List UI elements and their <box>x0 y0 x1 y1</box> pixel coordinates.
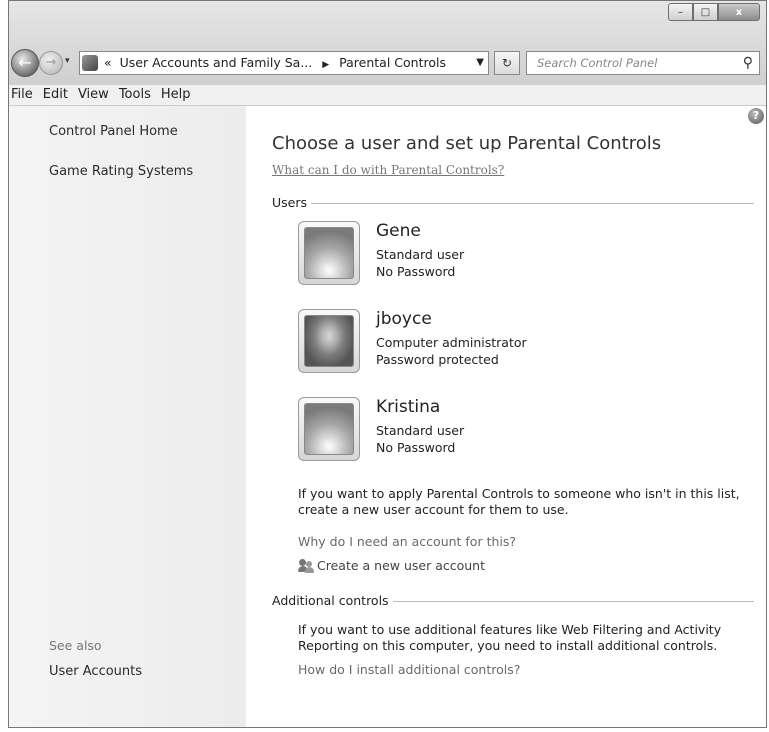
user-type: Computer administrator <box>376 335 527 350</box>
breadcrumb-parental-controls[interactable]: Parental Controls <box>339 55 446 70</box>
maximize-button[interactable]: □ <box>693 3 718 21</box>
search-input[interactable]: Search Control Panel ⚲ <box>526 51 760 75</box>
menu-view[interactable]: View <box>74 85 115 105</box>
user-type: Standard user <box>376 423 465 438</box>
flower-picture-icon <box>304 403 354 455</box>
breadcrumb: « User Accounts and Family Sa... ▶ Paren… <box>104 52 446 76</box>
recent-pages-dropdown[interactable]: ▾ <box>65 56 70 66</box>
task-pane: Control Panel Home Game Rating Systems S… <box>9 106 246 727</box>
user-name: jboyce <box>376 309 432 329</box>
search-placeholder: Search Control Panel <box>537 56 658 70</box>
see-also-label: See also <box>49 638 102 653</box>
users-section-label: Users <box>272 195 308 210</box>
new-user-instructions: If you want to apply Parental Controls t… <box>298 486 740 517</box>
user-tile-gene[interactable]: Gene Standard user No Password <box>298 221 698 291</box>
breadcrumb-overflow[interactable]: « <box>104 55 112 70</box>
user-picture <box>298 221 360 285</box>
flower-picture-icon <box>304 227 354 279</box>
user-tile-jboyce[interactable]: jboyce Computer administrator Password p… <box>298 309 698 379</box>
search-icon[interactable]: ⚲ <box>743 52 753 74</box>
breadcrumb-user-accounts[interactable]: User Accounts and Family Sa... <box>120 55 313 70</box>
additional-controls-section-header: Additional controls <box>272 593 754 608</box>
menu-bar: File Edit View Tools Help <box>9 85 766 106</box>
user-password-status: Password protected <box>376 352 499 367</box>
portrait-picture-icon <box>304 315 354 367</box>
page-title: Choose a user and set up Parental Contro… <box>272 133 662 154</box>
main-content: ? Choose a user and set up Parental Cont… <box>246 106 766 727</box>
menu-help[interactable]: Help <box>157 85 197 105</box>
user-picture <box>298 309 360 373</box>
why-need-account-link[interactable]: Why do I need an account for this? <box>298 534 516 549</box>
navigation-bar: ← → ▾ « User Accounts and Family Sa... ▶… <box>9 49 766 77</box>
menu-tools[interactable]: Tools <box>115 85 157 105</box>
user-name: Gene <box>376 221 421 241</box>
user-picture <box>298 397 360 461</box>
additional-controls-label: Additional controls <box>272 593 389 608</box>
menu-edit[interactable]: Edit <box>39 85 74 105</box>
section-divider <box>311 203 754 204</box>
additional-controls-text: If you want to use additional features l… <box>298 622 722 653</box>
section-divider <box>392 601 754 602</box>
install-additional-controls-link[interactable]: How do I install additional controls? <box>298 662 520 677</box>
back-arrow-icon[interactable]: ← <box>11 49 39 77</box>
control-panel-home-link[interactable]: Control Panel Home <box>49 124 178 139</box>
create-user-account-label: Create a new user account <box>317 558 485 573</box>
help-icon[interactable]: ? <box>748 108 764 124</box>
what-can-i-do-link[interactable]: What can I do with Parental Controls? <box>272 163 504 177</box>
address-bar[interactable]: « User Accounts and Family Sa... ▶ Paren… <box>79 51 489 75</box>
game-rating-systems-link[interactable]: Game Rating Systems <box>49 164 193 179</box>
control-panel-icon <box>82 55 98 71</box>
user-password-status: No Password <box>376 440 456 455</box>
breadcrumb-separator-icon[interactable]: ▶ <box>322 60 329 70</box>
address-dropdown-icon[interactable]: ▼ <box>476 52 484 74</box>
user-tile-kristina[interactable]: Kristina Standard user No Password <box>298 397 698 467</box>
users-section-header: Users <box>272 195 754 210</box>
refresh-button[interactable]: ↻ <box>494 51 520 75</box>
close-button[interactable]: x <box>718 3 760 21</box>
user-name: Kristina <box>376 397 441 417</box>
caption-buttons: – □ x <box>668 3 760 21</box>
menu-file[interactable]: File <box>9 85 39 105</box>
user-type: Standard user <box>376 247 465 262</box>
user-accounts-link[interactable]: User Accounts <box>49 664 142 679</box>
control-panel-window: – □ x ← → ▾ « User Accounts and Family S… <box>8 0 767 728</box>
create-user-account-link[interactable]: Create a new user account <box>298 558 485 573</box>
user-password-status: No Password <box>376 264 456 279</box>
users-add-icon <box>298 558 316 573</box>
forward-arrow-icon[interactable]: → <box>39 51 63 75</box>
window-chrome: – □ x ← → ▾ « User Accounts and Family S… <box>9 1 766 85</box>
minimize-button[interactable]: – <box>668 3 693 21</box>
